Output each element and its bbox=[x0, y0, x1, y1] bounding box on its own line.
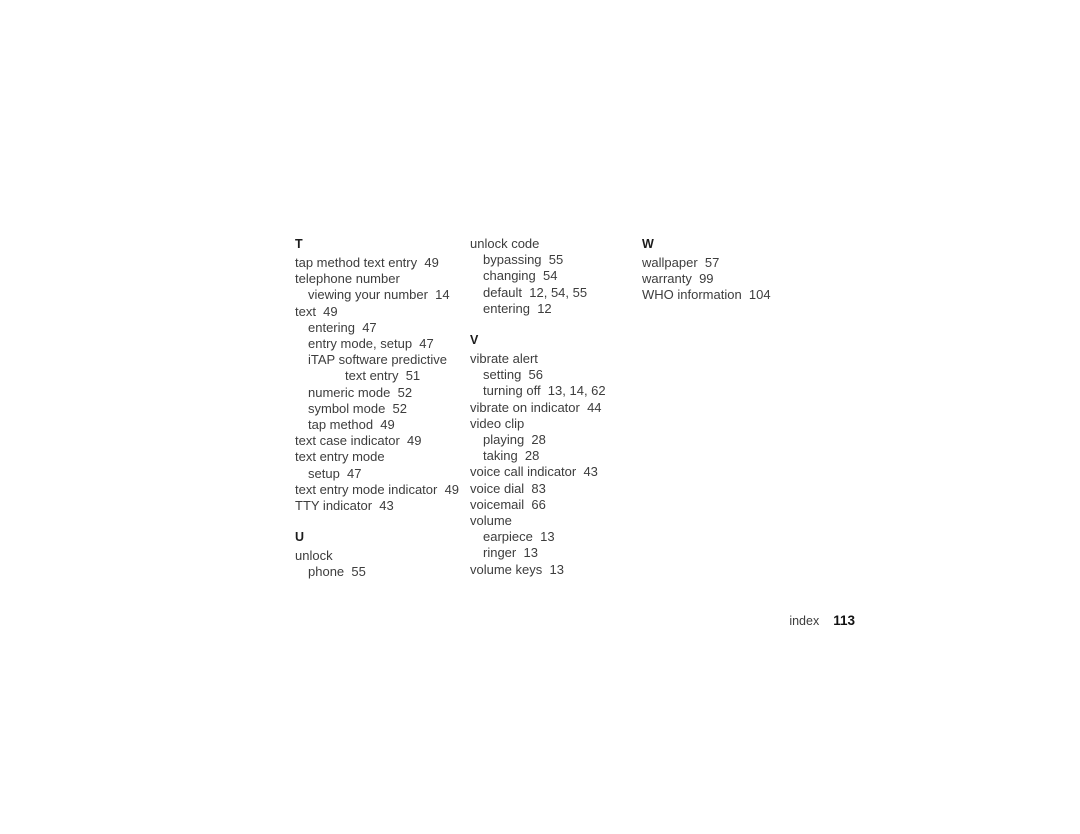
index-subentry: symbol mode 52 bbox=[308, 400, 407, 416]
index-section-t: Ttap method text entry 49 telephone numbe… bbox=[295, 236, 470, 514]
index-subentry: ringer 13 bbox=[483, 545, 538, 561]
index-subentry: numeric mode 52 bbox=[308, 384, 413, 400]
section-letter-heading: V bbox=[470, 333, 479, 348]
index-entry: text entry mode indicator 49 bbox=[295, 481, 460, 497]
index-section-v: Vvibrate alert setting 56 turning off 13, … bbox=[470, 332, 642, 578]
index-entry: unlock code bbox=[470, 236, 540, 251]
index-subentry: text entry 51 bbox=[345, 368, 421, 384]
page-footer: index 113 bbox=[642, 594, 855, 648]
index-page: Ttap method text entry 49 telephone numbe… bbox=[0, 0, 1080, 834]
index-columns: Ttap method text entry 49 telephone numbe… bbox=[295, 236, 855, 581]
index-entry: warranty 99 bbox=[642, 271, 714, 287]
index-subentry: entering 47 bbox=[308, 319, 377, 335]
index-entry: telephone number bbox=[295, 271, 400, 287]
index-entry: unlock bbox=[295, 548, 333, 564]
index-entry: volume keys 13 bbox=[470, 561, 564, 577]
column-2: unlock code bypassing 55 changing 54 defaul… bbox=[470, 236, 642, 578]
index-subentry: playing 28 bbox=[483, 432, 546, 448]
index-section-continued: unlock code bypassing 55 changing 54 defaul… bbox=[470, 236, 642, 317]
index-section-u: Uunlock phone 55 bbox=[295, 529, 470, 580]
column-1: Ttap method text entry 49 telephone numbe… bbox=[295, 236, 470, 581]
section-letter-heading: U bbox=[295, 530, 305, 545]
index-entry: voice call indicator 43 bbox=[470, 464, 598, 480]
index-entry: TTY indicator 43 bbox=[295, 498, 394, 514]
index-subentry: tap method 49 bbox=[308, 417, 395, 433]
index-subentry: setting 56 bbox=[483, 367, 543, 383]
index-entry: text case indicator 49 bbox=[295, 433, 422, 449]
index-section-w: Wwallpaper 57 warranty 99 WHO information … bbox=[642, 236, 855, 304]
index-entry: text 49 bbox=[295, 303, 338, 319]
index-subentry: phone 55 bbox=[308, 564, 366, 580]
index-entry: volume bbox=[470, 513, 512, 529]
index-subentry: changing 54 bbox=[483, 268, 558, 284]
page-number: 113 bbox=[833, 613, 855, 628]
footer-label: index bbox=[789, 614, 820, 628]
index-entry: tap method text entry 49 bbox=[295, 255, 439, 270]
index-subentry: taking 28 bbox=[483, 448, 540, 464]
index-subentry: bypassing 55 bbox=[483, 252, 564, 268]
index-subentry: iTAP software predictive bbox=[308, 352, 447, 368]
index-subentry: turning off 13, 14, 62 bbox=[483, 383, 606, 399]
index-entry: vibrate on indicator 44 bbox=[470, 399, 602, 415]
index-subentry: entering 12 bbox=[483, 300, 552, 316]
index-subentry: default 12, 54, 55 bbox=[483, 284, 588, 300]
index-subentry: earpiece 13 bbox=[483, 529, 555, 545]
index-entry: text entry mode bbox=[295, 449, 385, 465]
index-subentry: viewing your number 14 bbox=[308, 287, 450, 303]
index-entry: video clip bbox=[470, 415, 525, 431]
column-3: Wwallpaper 57 warranty 99 WHO information … bbox=[642, 236, 855, 304]
index-entry: wallpaper 57 bbox=[642, 255, 720, 270]
index-subentry: setup 47 bbox=[308, 465, 362, 481]
index-entry: WHO information 104 bbox=[642, 287, 771, 303]
section-letter-heading: W bbox=[642, 237, 654, 251]
index-entry: voice dial 83 bbox=[470, 480, 546, 496]
index-entry: vibrate alert bbox=[470, 351, 538, 367]
section-letter-heading: T bbox=[295, 237, 303, 251]
index-subentry: entry mode, setup 47 bbox=[308, 336, 434, 352]
index-entry: voicemail 66 bbox=[470, 496, 546, 512]
